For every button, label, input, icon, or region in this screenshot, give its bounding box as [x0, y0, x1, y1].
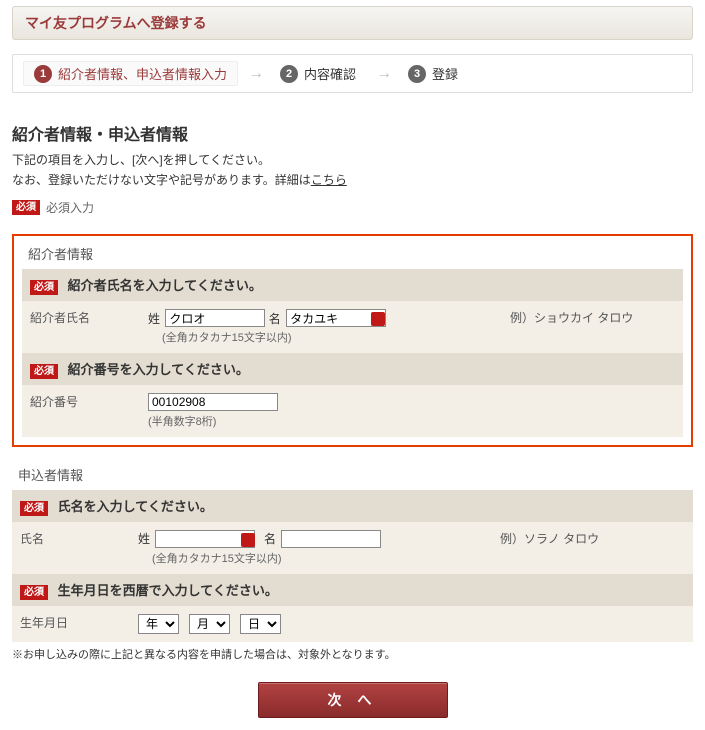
step-indicator: 1 紹介者情報、申込者情報入力 → 2 内容確認 → 3 登録	[12, 54, 693, 93]
applicant-name-hint: (全角カタカナ15文字以内)	[152, 550, 462, 566]
step-1-label: 紹介者情報、申込者情報入力	[58, 64, 227, 83]
referrer-name-header-text: 紹介者氏名を入力してください。	[68, 278, 262, 293]
intro-line2: なお、登録いただけない文字や記号があります。詳細はこちら	[12, 171, 693, 189]
mei-label: 名	[264, 532, 276, 546]
required-legend: 必須 必須入力	[12, 199, 693, 216]
arrow-icon: →	[376, 65, 388, 83]
step-3-number: 3	[408, 65, 426, 83]
referrer-number-header: 必須 紹介番号を入力してください。	[22, 353, 683, 385]
referrer-name-hint: (全角カタカナ15文字以内)	[162, 329, 472, 345]
sei-label: 姓	[138, 532, 150, 546]
intro-title: 紹介者情報・申込者情報	[12, 121, 693, 145]
disclaimer-note: ※お申し込みの際に上記と異なる内容を申請した場合は、対象外となります。	[12, 646, 693, 662]
applicant-name-label: 氏名	[12, 522, 130, 574]
referrer-section: 紹介者情報 必須 紹介者氏名を入力してください。 紹介者氏名 姓 名 (全角カタ…	[12, 234, 693, 447]
required-badge-icon: 必須	[30, 280, 58, 295]
applicant-dob-row: 生年月日 年 月 日	[12, 606, 693, 642]
applicant-name-header: 必須 氏名を入力してください。	[12, 490, 693, 522]
referrer-name-label: 紹介者氏名	[22, 301, 140, 353]
step-2-label: 内容確認	[304, 64, 356, 83]
ime-indicator-icon	[371, 312, 385, 326]
referrer-number-hint: (半角数字8桁)	[148, 413, 675, 429]
referrer-number-header-text: 紹介番号を入力してください。	[68, 362, 249, 377]
step-1: 1 紹介者情報、申込者情報入力	[23, 61, 238, 86]
referrer-sei-input[interactable]	[165, 309, 265, 327]
applicant-group-title: 申込者情報	[18, 465, 693, 484]
intro-line2-prefix: なお、登録いただけない文字や記号があります。詳細は	[12, 173, 311, 187]
dob-year-select[interactable]: 年	[138, 614, 179, 634]
applicant-mei-input[interactable]	[281, 530, 381, 548]
next-button[interactable]: 次 へ	[258, 682, 448, 718]
referrer-number-input[interactable]	[148, 393, 278, 411]
arrow-icon: →	[248, 65, 260, 83]
sei-label: 姓	[148, 312, 160, 326]
referrer-name-example: 例）ショウカイ タロウ	[480, 301, 683, 353]
intro-detail-link[interactable]: こちら	[311, 173, 347, 187]
applicant-name-header-text: 氏名を入力してください。	[58, 499, 213, 514]
applicant-name-example: 例）ソラノ タロウ	[470, 522, 693, 574]
mei-label: 名	[269, 312, 281, 326]
step-2: 2 内容確認	[270, 62, 366, 85]
referrer-number-label: 紹介番号	[22, 385, 140, 437]
applicant-dob-label: 生年月日	[12, 606, 130, 642]
required-badge-icon: 必須	[12, 200, 40, 215]
applicant-form-table: 必須 氏名を入力してください。 氏名 姓 名 (全角カタカナ15文字以内) 例）…	[12, 490, 693, 642]
applicant-dob-header-text: 生年月日を西暦で入力してください。	[58, 583, 278, 598]
required-badge-icon: 必須	[20, 585, 48, 600]
page-header-bar: マイ友プログラムへ登録する	[12, 6, 693, 40]
intro-line1: 下記の項目を入力し、[次へ]を押してください。	[12, 151, 693, 169]
applicant-dob-header: 必須 生年月日を西暦で入力してください。	[12, 574, 693, 606]
referrer-group-title: 紹介者情報	[28, 244, 683, 263]
step-3-label: 登録	[432, 64, 458, 83]
button-row: 次 へ	[0, 682, 705, 718]
referrer-name-row: 紹介者氏名 姓 名 (全角カタカナ15文字以内) 例）ショウカイ タロウ	[22, 301, 683, 353]
ime-indicator-icon	[241, 533, 255, 547]
step-1-number: 1	[34, 65, 52, 83]
dob-day-select[interactable]: 日	[240, 614, 281, 634]
step-3: 3 登録	[398, 62, 468, 85]
required-badge-icon: 必須	[30, 364, 58, 379]
applicant-name-row: 氏名 姓 名 (全角カタカナ15文字以内) 例）ソラノ タロウ	[12, 522, 693, 574]
required-legend-text: 必須入力	[46, 199, 94, 216]
dob-month-select[interactable]: 月	[189, 614, 230, 634]
applicant-section: 申込者情報 必須 氏名を入力してください。 氏名 姓 名 (全角カタカナ15文字…	[12, 465, 693, 642]
required-badge-icon: 必須	[20, 501, 48, 516]
page-header-title: マイ友プログラムへ登録する	[25, 15, 207, 31]
step-2-number: 2	[280, 65, 298, 83]
referrer-number-row: 紹介番号 (半角数字8桁)	[22, 385, 683, 437]
referrer-form-table: 必須 紹介者氏名を入力してください。 紹介者氏名 姓 名 (全角カタカナ15文字…	[22, 269, 683, 437]
referrer-name-header: 必須 紹介者氏名を入力してください。	[22, 269, 683, 301]
